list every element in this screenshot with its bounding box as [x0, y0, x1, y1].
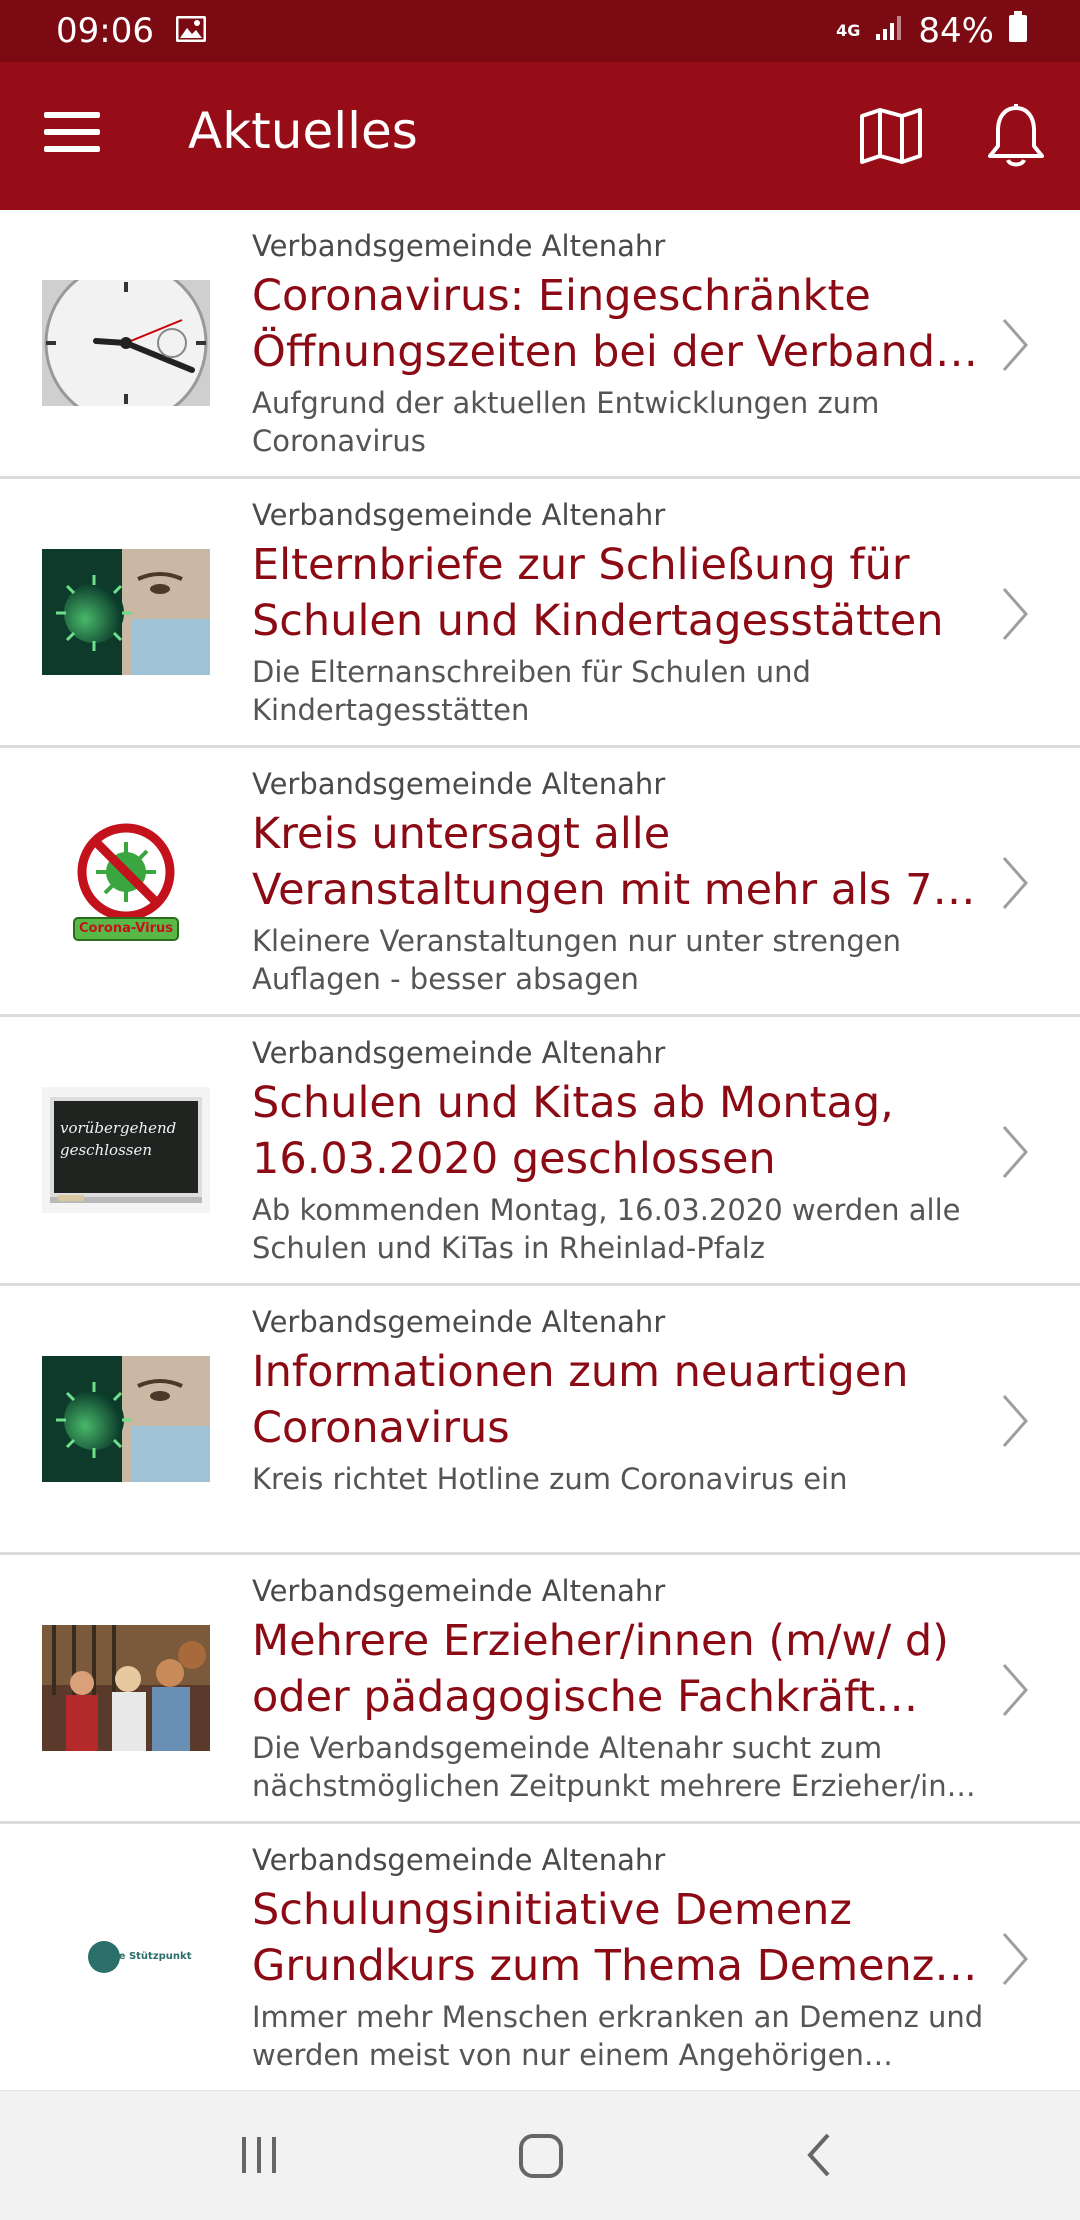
chevron-right-icon [1002, 1933, 1028, 1985]
item-texts: Verbandsgemeinde Altenahr Informationen … [252, 1304, 992, 1498]
chevron-right-icon [1002, 1395, 1028, 1447]
back-icon[interactable] [804, 2131, 834, 2183]
item-description: Kreis richtet Hotline zum Coronavirus ei… [252, 1462, 848, 1496]
status-right: 4G 84% [836, 10, 1028, 52]
item-source: Verbandsgemeinde Altenahr [252, 498, 666, 532]
list-item[interactable]: Verbandsgemeinde Altenahr Informationen … [0, 1286, 1080, 1555]
thumbnail-chalkboard: vorübergehend geschlossen [42, 1087, 210, 1213]
chevron-right-icon [1002, 1664, 1028, 1716]
item-source: Verbandsgemeinde Altenahr [252, 1036, 666, 1070]
map-icon[interactable] [858, 106, 924, 166]
item-title: Elternbriefe zur Schließung für Schulen … [252, 540, 944, 646]
item-source: Verbandsgemeinde Altenahr [252, 767, 666, 801]
status-left: 09:06 [56, 11, 207, 51]
system-nav-bar [0, 2090, 1080, 2220]
item-source: Verbandsgemeinde Altenahr [252, 1574, 666, 1608]
app-bar: Aktuelles [0, 62, 1080, 210]
logo-text: Pflege Stützpunkt [90, 1951, 192, 1962]
item-description: Ab kommenden Montag, 16.03.2020 werden a… [252, 1193, 961, 1265]
item-texts: Verbandsgemeinde Altenahr Coronavirus: E… [252, 228, 992, 460]
image-notification-icon [175, 11, 207, 51]
item-texts: Verbandsgemeinde Altenahr Mehrere Erzieh… [252, 1573, 992, 1805]
chevron-right-icon [1002, 857, 1028, 909]
network-type-label: 4G [836, 21, 861, 40]
chevron-right-icon [1002, 588, 1028, 640]
bell-icon[interactable] [986, 102, 1046, 170]
item-texts: Verbandsgemeinde Altenahr Kreis untersag… [252, 766, 992, 998]
page-title: Aktuelles [188, 102, 418, 160]
thumbnail-pflege-logo: Pflege Stützpunkt [42, 1894, 210, 2020]
item-title: Schulen und Kitas ab Montag, 16.03.2020 … [252, 1078, 894, 1184]
list-item[interactable]: Verbandsgemeinde Altenahr Mehrere Erzieh… [0, 1555, 1080, 1824]
item-description: Die Verbandsgemeinde Altenahr sucht zum … [252, 1731, 976, 1803]
thumbnail-virus-mask [42, 1356, 210, 1482]
item-texts: Verbandsgemeinde Altenahr Schulen und Ki… [252, 1035, 992, 1267]
item-description: Kleinere Veranstaltungen nur unter stren… [252, 924, 901, 996]
item-title: Kreis untersagt alle Veranstaltungen mit… [252, 809, 976, 915]
status-bar: 09:06 4G 84% [0, 0, 1080, 62]
list-item[interactable]: Verbandsgemeinde Altenahr Elternbriefe z… [0, 479, 1080, 748]
item-source: Verbandsgemeinde Altenahr [252, 229, 666, 263]
item-texts: Verbandsgemeinde Altenahr Schulungsiniti… [252, 1842, 992, 2074]
list-item[interactable]: Verbandsgemeinde Altenahr Coronavirus: E… [0, 210, 1080, 479]
chevron-right-icon [1002, 319, 1028, 371]
item-description: Die Elternanschreiben für Schulen und Ki… [252, 655, 811, 727]
item-title: Mehrere Erzieher/innen (m/w/ d) oder päd… [252, 1616, 949, 1722]
item-description: Immer mehr Menschen erkranken an Demenz … [252, 2000, 984, 2072]
thumbnail-children [42, 1625, 210, 1751]
thumbnail-virus-mask [42, 549, 210, 675]
thumbnail-corona-sign: Corona-Virus [42, 818, 210, 944]
item-source: Verbandsgemeinde Altenahr [252, 1843, 666, 1877]
list-item[interactable]: vorübergehend geschlossen Verbandsgemein… [0, 1017, 1080, 1286]
home-icon[interactable] [518, 2131, 564, 2183]
list-item[interactable]: Pflege Stützpunkt Verbandsgemeinde Alten… [0, 1824, 1080, 2090]
menu-icon[interactable] [44, 112, 100, 160]
item-description: Aufgrund der aktuellen Entwicklungen zum… [252, 386, 880, 458]
item-texts: Verbandsgemeinde Altenahr Elternbriefe z… [252, 497, 992, 729]
thumbnail-caption: Corona-Virus [79, 921, 173, 936]
battery-percent: 84% [918, 11, 994, 51]
news-list[interactable]: Verbandsgemeinde Altenahr Coronavirus: E… [0, 210, 1080, 2090]
signal-icon [874, 11, 904, 51]
chevron-right-icon [1002, 1126, 1028, 1178]
list-item[interactable]: Corona-Virus Verbandsgemeinde Altenahr K… [0, 748, 1080, 1017]
chalkboard-text: vorübergehend geschlossen [60, 1119, 177, 1159]
status-time: 09:06 [56, 11, 154, 51]
thumbnail-clock [42, 280, 210, 406]
item-source: Verbandsgemeinde Altenahr [252, 1305, 666, 1339]
item-title: Coronavirus: Eingeschränkte Öffnungszeit… [252, 271, 979, 377]
recent-apps-icon[interactable] [238, 2131, 280, 2183]
battery-icon [1008, 10, 1028, 52]
item-title: Informationen zum neuartigen Coronavirus [252, 1347, 909, 1453]
item-title: Schulungsinitiative Demenz Grundkurs zum… [252, 1885, 935, 1991]
